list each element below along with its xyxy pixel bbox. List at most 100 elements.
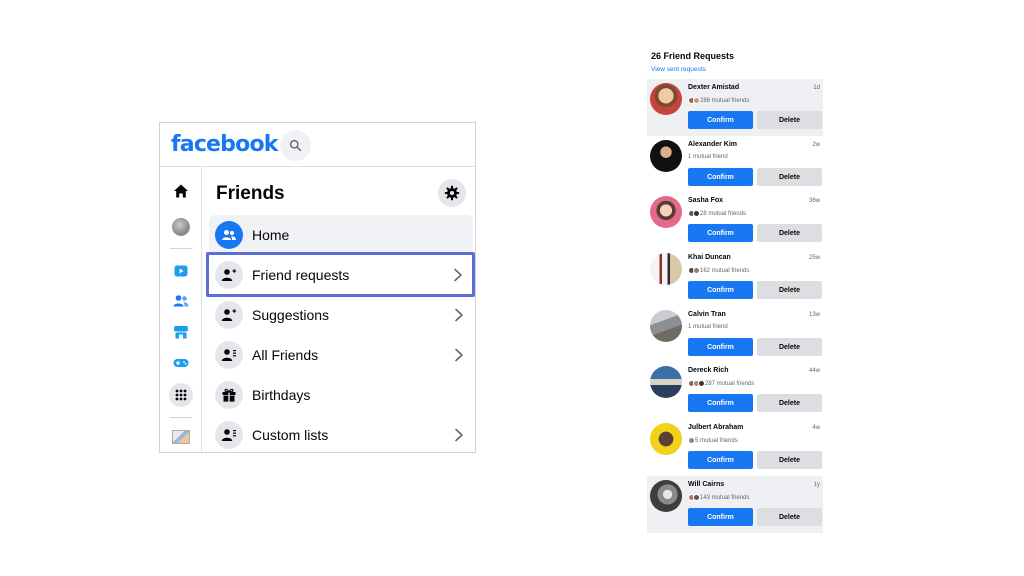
mutual-count: 286 mutual friends	[700, 97, 750, 104]
friends-icon	[173, 295, 189, 307]
delete-button[interactable]: Delete	[757, 394, 822, 412]
menu-item-birthdays[interactable]: Birthdays	[209, 375, 473, 415]
settings-button[interactable]	[438, 179, 466, 207]
delete-button[interactable]: Delete	[757, 281, 822, 299]
menu-item-custom-lists[interactable]: Custom lists	[209, 415, 473, 452]
mutual-friends[interactable]: 5 mutual friends	[688, 437, 738, 444]
view-sent-requests-link[interactable]: View sent requests	[651, 66, 706, 73]
avatar[interactable]	[650, 310, 682, 342]
search-icon	[289, 139, 302, 152]
facebook-logo[interactable]: facebook	[171, 132, 278, 157]
mutual-friends[interactable]: 162 mutual friends	[688, 267, 749, 274]
requester-name[interactable]: Sasha Fox	[688, 197, 723, 204]
confirm-button[interactable]: Confirm	[688, 394, 753, 412]
friend-request-item: Julbert Abraham 4w 5 mutual friends Conf…	[647, 419, 823, 476]
rail-profile[interactable]	[160, 215, 202, 239]
page-title: Friends	[216, 183, 285, 204]
request-time: 2w	[812, 142, 820, 148]
request-time: 25w	[808, 255, 820, 261]
delete-button[interactable]: Delete	[757, 111, 822, 129]
avatar	[172, 218, 190, 236]
mutual-avatars	[688, 210, 700, 217]
chevron-right-icon	[455, 308, 463, 322]
avatar[interactable]	[650, 83, 682, 115]
friend-request-item: Khai Duncan 25w 162 mutual friends Confi…	[647, 249, 823, 306]
confirm-button[interactable]: Confirm	[688, 281, 753, 299]
shortcut-thumbnail	[172, 430, 190, 444]
friend-request-item: Alexander Kim 2w 1 mutual friend Confirm…	[647, 136, 823, 193]
mutual-count: 143 mutual friends	[700, 494, 750, 501]
chevron-right-icon	[454, 268, 462, 281]
confirm-button[interactable]: Confirm	[688, 338, 753, 356]
chevron-right-icon	[455, 428, 463, 442]
mutual-friends[interactable]: 1 mutual friend	[688, 324, 728, 330]
menu-item-suggestions[interactable]: Suggestions	[209, 295, 473, 335]
mutual-avatars	[688, 380, 705, 387]
friends-home-icon	[215, 221, 243, 249]
mutual-friends[interactable]: 286 mutual friends	[688, 97, 749, 104]
menu-item-friend-requests[interactable]: Friend requests	[206, 252, 475, 297]
menu-item-home[interactable]: Home	[209, 215, 473, 255]
delete-button[interactable]: Delete	[757, 224, 822, 242]
menu-label-birthdays: Birthdays	[252, 387, 311, 403]
delete-button[interactable]: Delete	[757, 508, 822, 526]
left-rail	[160, 167, 202, 452]
menu-button[interactable]	[169, 383, 193, 407]
top-bar: facebook	[160, 123, 475, 167]
confirm-button[interactable]: Confirm	[688, 111, 753, 129]
friend-request-item: Dexter Amistad 1d 286 mutual friends Con…	[647, 79, 823, 136]
custom-list-icon	[215, 421, 243, 449]
menu-item-all-friends[interactable]: All Friends	[209, 335, 473, 375]
friend-request-item: Will Cairns 1y 143 mutual friends Confir…	[647, 476, 823, 533]
request-time: 13w	[808, 312, 820, 318]
rail-gaming[interactable]	[160, 351, 202, 375]
friend-suggestion-icon	[215, 301, 243, 329]
search-button[interactable]	[280, 130, 311, 161]
menu-label-custom-lists: Custom lists	[252, 427, 329, 443]
rail-watch[interactable]	[160, 259, 202, 283]
grid-menu-icon	[175, 389, 187, 401]
rail-friends[interactable]	[160, 289, 202, 313]
rail-menu[interactable]	[160, 383, 202, 407]
requester-name[interactable]: Dexter Amistad	[688, 84, 739, 91]
request-time: 1d	[813, 85, 820, 91]
mutual-count: 28 mutual friends	[700, 210, 747, 217]
rail-home[interactable]	[160, 179, 202, 203]
mutual-friends[interactable]: 1 mutual friend	[688, 154, 728, 160]
mutual-count: 1 mutual friend	[688, 324, 728, 330]
confirm-button[interactable]: Confirm	[688, 168, 753, 186]
mutual-count: 5 mutual friends	[695, 437, 738, 444]
rail-marketplace[interactable]	[160, 320, 202, 344]
friend-request-item: Sasha Fox 36w 28 mutual friends Confirm …	[647, 192, 823, 249]
avatar[interactable]	[650, 196, 682, 228]
gear-icon	[444, 185, 460, 201]
all-friends-icon	[215, 341, 243, 369]
delete-button[interactable]: Delete	[757, 451, 822, 469]
mutual-friends[interactable]: 287 mutual friends	[688, 380, 754, 387]
avatar[interactable]	[650, 366, 682, 398]
avatar[interactable]	[650, 140, 682, 172]
mutual-friends[interactable]: 28 mutual friends	[688, 210, 746, 217]
requester-name[interactable]: Calvin Tran	[688, 311, 726, 318]
requester-name[interactable]: Julbert Abraham	[688, 424, 743, 431]
avatar[interactable]	[650, 480, 682, 512]
rail-shortcut[interactable]	[160, 425, 202, 449]
mutual-friends[interactable]: 143 mutual friends	[688, 494, 749, 501]
confirm-button[interactable]: Confirm	[688, 224, 753, 242]
mutual-count: 287 mutual friends	[705, 380, 755, 387]
avatar[interactable]	[650, 253, 682, 285]
request-time: 44w	[808, 368, 820, 374]
requests-title: 26 Friend Requests	[651, 51, 735, 61]
requester-name[interactable]: Will Cairns	[688, 481, 724, 488]
delete-button[interactable]: Delete	[757, 338, 822, 356]
mutual-avatars	[688, 494, 700, 501]
avatar[interactable]	[650, 423, 682, 455]
confirm-button[interactable]: Confirm	[688, 451, 753, 469]
menu-label-suggestions: Suggestions	[252, 307, 330, 323]
requester-name[interactable]: Alexander Kim	[688, 141, 737, 148]
requester-name[interactable]: Khai Duncan	[688, 254, 731, 261]
requester-name[interactable]: Dereck Rich	[688, 367, 728, 374]
delete-button[interactable]: Delete	[757, 168, 822, 186]
friend-request-icon	[215, 260, 243, 289]
confirm-button[interactable]: Confirm	[688, 508, 753, 526]
